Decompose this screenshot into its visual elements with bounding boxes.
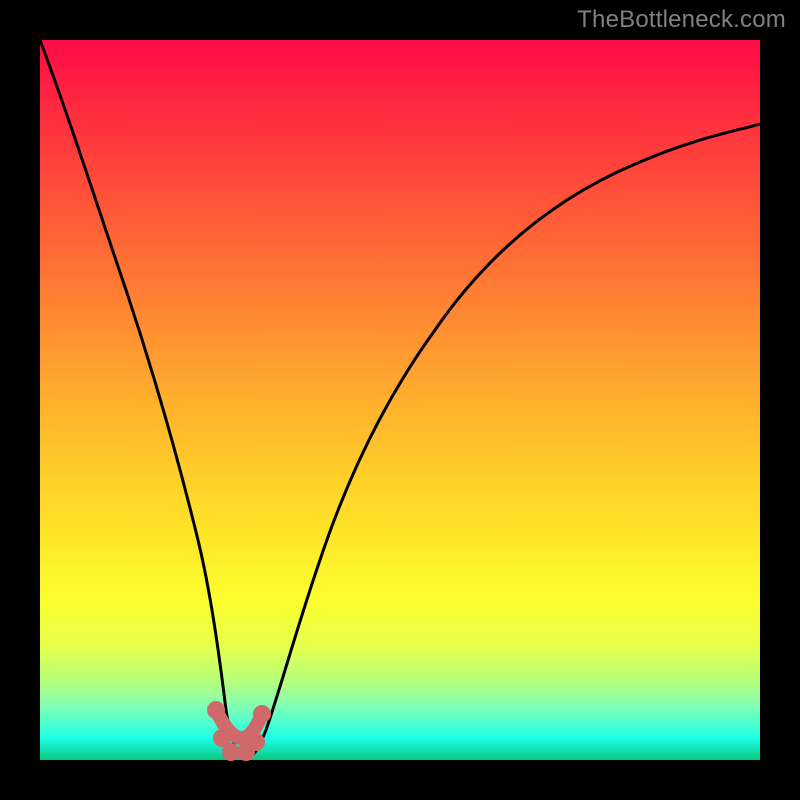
plot-area (40, 40, 760, 760)
chart-svg (40, 40, 760, 760)
chart-frame: TheBottleneck.com (0, 0, 800, 800)
bottleneck-curve (40, 40, 760, 758)
watermark-text: TheBottleneck.com (577, 6, 786, 34)
trough-marker (207, 701, 271, 761)
